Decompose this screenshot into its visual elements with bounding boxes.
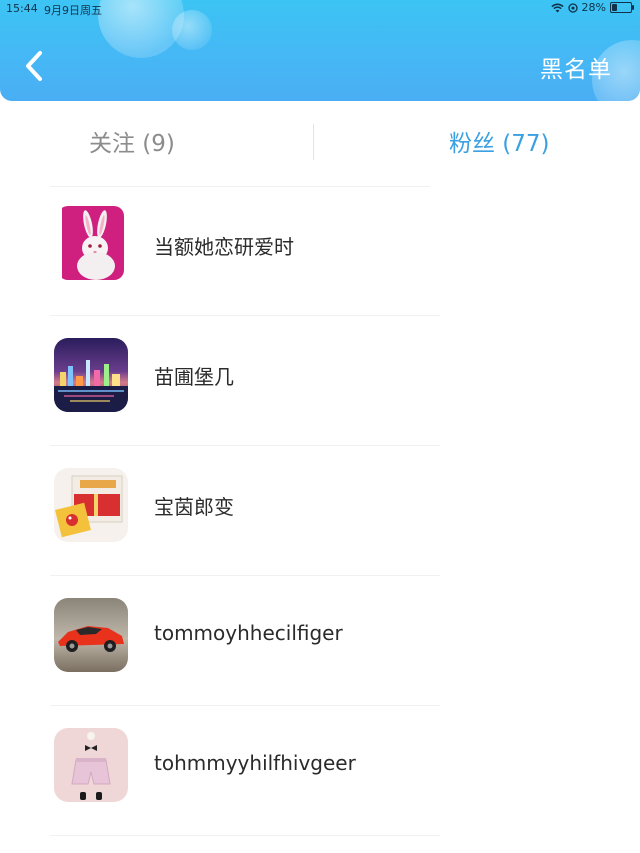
gift-box-avatar <box>54 468 128 542</box>
battery-percent: 28% <box>581 1 606 14</box>
tab-following[interactable]: 关注 (9) <box>89 124 175 158</box>
fan-name: 当额她恋研爱时 <box>154 235 294 259</box>
avatar[interactable] <box>54 338 128 412</box>
back-button[interactable] <box>20 48 48 84</box>
red-sports-car-avatar <box>54 598 128 672</box>
fan-name: tohmmyyhilfhivgeer <box>154 751 356 775</box>
tab-bar: 关注 (9) 粉丝 (77) <box>0 114 640 164</box>
avatar[interactable] <box>54 598 128 672</box>
chevron-left-icon <box>26 51 42 81</box>
blacklist-button[interactable]: 黑名单 <box>540 50 612 84</box>
city-night-avatar <box>54 338 128 412</box>
avatar[interactable] <box>54 468 128 542</box>
list-item[interactable]: tohmmyyhilfhivgeer <box>0 706 640 836</box>
battery-icon <box>610 2 634 13</box>
tab-fans[interactable]: 粉丝 (77) <box>449 124 550 158</box>
tab-divider <box>313 124 314 160</box>
rabbit-avatar <box>62 206 124 280</box>
avatar[interactable] <box>58 206 124 280</box>
orientation-lock-icon <box>567 2 578 13</box>
list-item[interactable]: tommoyhhecilfiger <box>0 576 640 706</box>
divider <box>50 835 440 836</box>
top-bar: 15:44 9月9日周五 28% 黑名单 <box>0 0 640 101</box>
pink-shorts-avatar <box>54 728 128 802</box>
fan-name: tommoyhhecilfiger <box>154 621 343 645</box>
wifi-icon <box>550 3 564 12</box>
fan-name: 苗圃堡几 <box>154 365 234 389</box>
list-item[interactable]: 苗圃堡几 <box>0 316 640 446</box>
status-time: 15:44 <box>6 2 38 15</box>
status-date: 9月9日周五 <box>44 4 102 17</box>
fan-name: 宝茵郎变 <box>154 495 234 519</box>
status-bar: 15:44 9月9日周五 28% <box>0 0 640 18</box>
list-item[interactable]: 宝茵郎变 <box>0 446 640 576</box>
list-item[interactable]: 当额她恋研爱时 <box>0 186 640 316</box>
status-right: 28% <box>550 1 634 14</box>
battery-level <box>612 4 617 11</box>
avatar[interactable] <box>54 728 128 802</box>
